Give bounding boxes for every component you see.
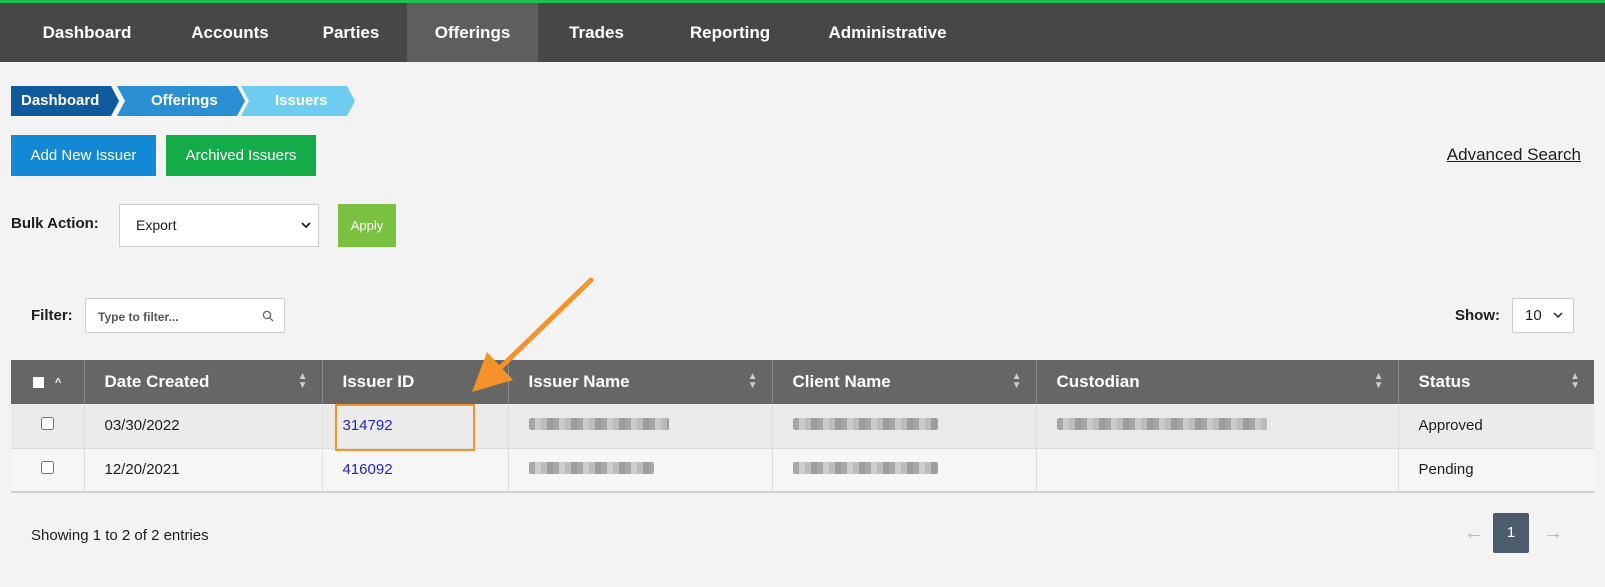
select-all-checkbox[interactable]: [33, 377, 45, 389]
bulk-action-value: Export: [136, 217, 177, 233]
redacted-text: [792, 418, 938, 431]
chevron-down-icon: [300, 205, 312, 263]
issuer-name-cell: [508, 404, 773, 449]
nav-trades[interactable]: Trades: [538, 3, 655, 62]
chevron-down-icon: [1553, 299, 1563, 345]
top-nav-bar: Dashboard Accounts Parties Offerings Tra…: [0, 0, 1605, 62]
custodian-cell: [1036, 448, 1399, 493]
issuer-id-cell: 416092: [322, 448, 509, 493]
header-issuer-id[interactable]: Issuer ID: [322, 360, 509, 404]
issuer-name-cell: [508, 448, 773, 493]
table-row[interactable]: 12/20/2021 416092 Pending: [11, 448, 1594, 493]
issuers-table: ^ Date Created ▲ ▼ Issuer ID Issuer Name ▲ ▼…: [11, 360, 1594, 493]
client-name-cell: [772, 404, 1037, 449]
bulk-action-label: Bulk Action:: [11, 215, 99, 232]
bulk-action-select[interactable]: Export: [119, 204, 319, 247]
pager-page-1[interactable]: 1: [1493, 513, 1529, 553]
sort-icon: ▲ ▼: [1373, 371, 1384, 391]
client-name-cell: [772, 448, 1037, 493]
row-checkbox-cell: [11, 448, 85, 493]
header-client-name[interactable]: Client Name ▲ ▼: [772, 360, 1037, 404]
date-created-cell: 03/30/2022: [84, 404, 323, 449]
issuer-id-cell: 314792: [322, 404, 509, 449]
page-size-select[interactable]: 10: [1512, 298, 1574, 333]
nav-parties[interactable]: Parties: [295, 3, 407, 62]
redacted-text: [792, 462, 938, 475]
apply-button[interactable]: Apply: [338, 204, 396, 247]
date-created-cell: 12/20/2021: [84, 448, 323, 493]
search-icon: [262, 309, 274, 322]
nav-dashboard[interactable]: Dashboard: [22, 3, 152, 62]
issuer-id-link[interactable]: 416092: [343, 461, 393, 478]
annotation-arrow-icon: [472, 277, 594, 392]
status-cell: Pending: [1398, 448, 1594, 493]
redacted-text: [528, 418, 669, 431]
header-status[interactable]: Status ▲ ▼: [1398, 360, 1594, 404]
filter-field: [85, 298, 285, 334]
row-checkbox-cell: [11, 404, 85, 449]
pager-prev-arrow-icon[interactable]: ←: [1464, 522, 1484, 545]
page-size-value: 10: [1525, 307, 1542, 324]
nav-offerings[interactable]: Offerings: [407, 3, 538, 62]
sort-icon: ▲ ▼: [297, 371, 308, 391]
sort-icon: ▲ ▼: [747, 371, 758, 391]
advanced-search-link[interactable]: Advanced Search: [1447, 145, 1581, 165]
sort-icon: ▲ ▼: [1011, 371, 1022, 391]
breadcrumb-offerings[interactable]: Offerings: [117, 86, 245, 116]
table-row[interactable]: 03/30/2022 314792 Approved: [11, 404, 1594, 449]
status-cell: Approved: [1398, 404, 1594, 449]
table-header-row: ^ Date Created ▲ ▼ Issuer ID Issuer Name ▲ ▼…: [11, 360, 1594, 404]
select-all-header: ^: [11, 360, 85, 404]
issuer-id-link[interactable]: 314792: [343, 417, 393, 434]
nav-accounts[interactable]: Accounts: [165, 3, 295, 62]
nav-reporting[interactable]: Reporting: [655, 3, 805, 62]
sort-icon: ▲ ▼: [1570, 371, 1580, 391]
add-new-issuer-button[interactable]: Add New Issuer: [11, 135, 156, 176]
archived-issuers-button[interactable]: Archived Issuers: [166, 135, 316, 176]
redacted-text: [1056, 418, 1267, 431]
show-label: Show:: [1455, 307, 1500, 324]
custodian-cell: [1036, 404, 1399, 449]
filter-label: Filter:: [31, 307, 73, 324]
header-custodian[interactable]: Custodian ▲ ▼: [1036, 360, 1399, 404]
row-checkbox[interactable]: [40, 461, 54, 475]
row-checkbox[interactable]: [40, 417, 54, 431]
pager-next-arrow-icon[interactable]: →: [1543, 522, 1563, 545]
nav-administrative[interactable]: Administrative: [805, 3, 970, 62]
breadcrumb-dashboard[interactable]: Dashboard: [11, 86, 119, 116]
breadcrumb-issuers: Issuers: [241, 86, 355, 116]
header-issuer-name[interactable]: Issuer Name ▲ ▼: [508, 360, 773, 404]
header-date-created[interactable]: Date Created ▲ ▼: [84, 360, 323, 404]
filter-input[interactable]: [86, 299, 260, 334]
entries-info: Showing 1 to 2 of 2 entries: [31, 527, 209, 544]
sort-up-icon[interactable]: ^: [55, 377, 61, 389]
redacted-text: [528, 462, 654, 475]
